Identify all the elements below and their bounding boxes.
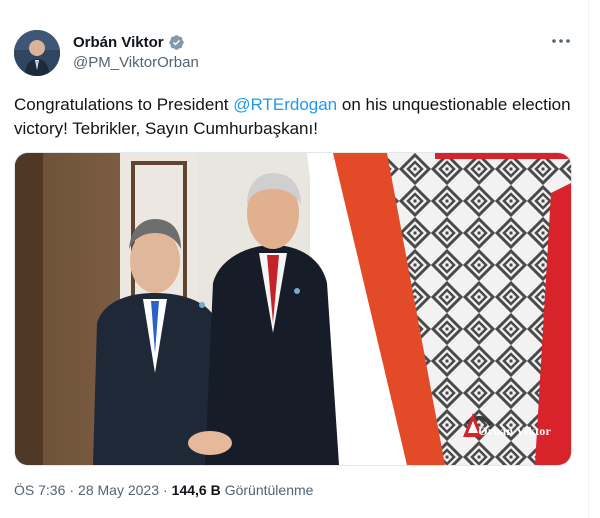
- timestamp-time[interactable]: ÖS 7:36: [14, 482, 65, 498]
- more-options-icon[interactable]: [548, 31, 574, 51]
- avatar[interactable]: [14, 30, 60, 76]
- display-name[interactable]: Orbán Viktor: [73, 34, 164, 51]
- tweet-card: Orbán Viktor @PM_ViktorOrban Congratulat…: [0, 0, 588, 518]
- mention-link[interactable]: @RTErdogan: [233, 95, 337, 114]
- tweet-text-before: Congratulations to President: [14, 95, 234, 114]
- author-name-row[interactable]: Orbán Viktor: [73, 34, 185, 51]
- meta-separator-1: ·: [69, 482, 75, 498]
- views-label: Görüntülenme: [224, 482, 314, 498]
- tweet-meta: ÖS 7:36 · 28 May 2023 · 144,6 B Görüntül…: [14, 482, 313, 498]
- views-count: 144,6 B: [171, 482, 221, 498]
- tweet-text: Congratulations to President @RTErdogan …: [14, 93, 574, 141]
- author-handle[interactable]: @PM_ViktorOrban: [73, 54, 199, 71]
- meta-separator-2: ·: [163, 482, 168, 498]
- column-divider: [588, 0, 589, 518]
- verified-badge-icon: [168, 34, 185, 51]
- timestamp-date[interactable]: 28 May 2023: [78, 482, 159, 498]
- tweet-photo[interactable]: Orbán Viktor: [14, 152, 572, 466]
- watermark: Orbán Viktor: [478, 424, 551, 438]
